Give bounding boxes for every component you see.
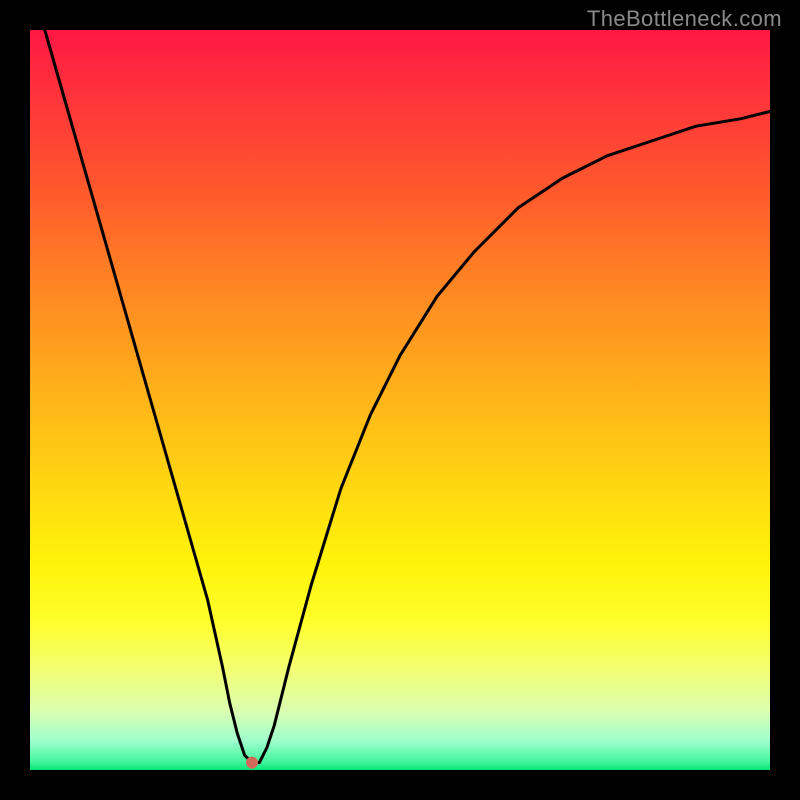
curve-svg (30, 30, 770, 770)
chart-stage: TheBottleneck.com (0, 0, 800, 800)
bottleneck-curve (45, 30, 770, 763)
plot-area (30, 30, 770, 770)
minimum-marker (246, 757, 258, 769)
watermark-text: TheBottleneck.com (587, 6, 782, 32)
